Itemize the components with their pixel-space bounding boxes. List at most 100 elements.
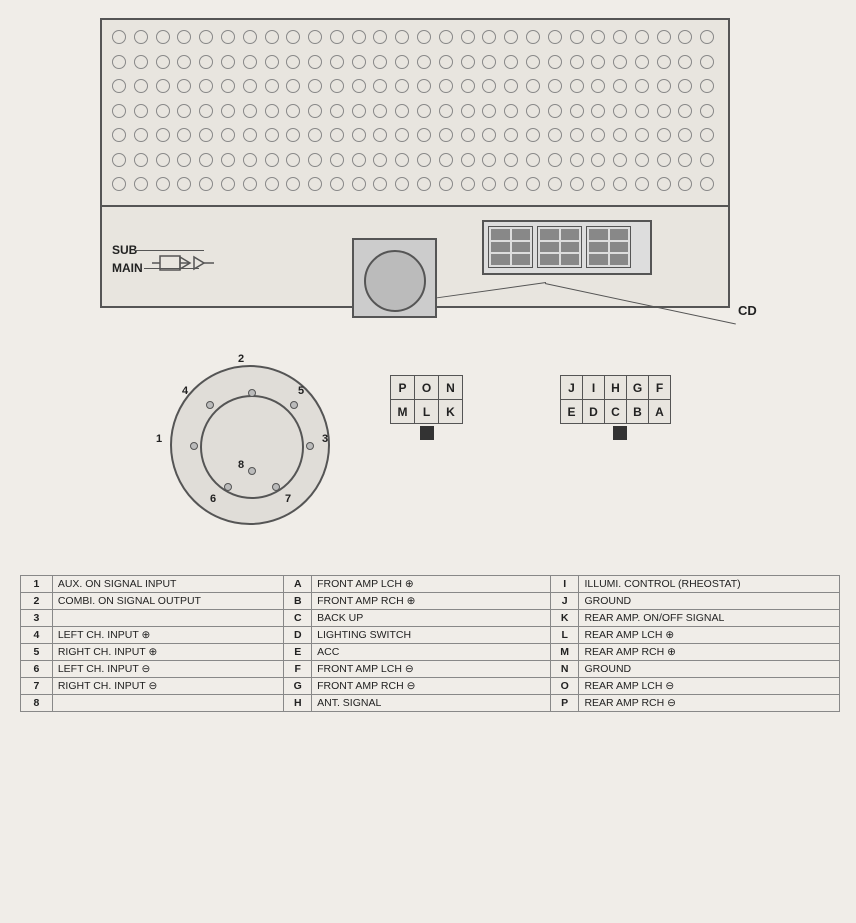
vent-hole [265,79,279,93]
vent-hole [548,79,562,93]
wiring-desc-right-7: REAR AMP RCH ⊖ [579,695,840,712]
vent-hole [439,79,453,93]
pin-dot-8 [248,467,256,475]
vent-hole [417,104,431,118]
vent-hole [156,128,170,142]
vent-hole [570,30,584,44]
vent-hole [352,55,366,69]
wiring-desc-right-0: ILLUMI. CONTROL (RHEOSTAT) [579,576,840,593]
vent-hole [526,104,540,118]
wiring-desc-mid-3: LIGHTING SWITCH [312,627,551,644]
vent-hole [156,30,170,44]
vent-hole [265,177,279,191]
vent-hole [548,153,562,167]
vent-hole [177,128,191,142]
vent-hole [395,55,409,69]
vent-hole [613,104,627,118]
circ-outer [170,365,330,525]
vent-hole [308,30,322,44]
vent-hole [635,104,649,118]
vent-hole [461,153,475,167]
vent-hole [352,30,366,44]
vent-hole [678,128,692,142]
wiring-desc-right-1: GROUND [579,593,840,610]
vent-hole [112,55,126,69]
vent-hole [286,153,300,167]
wiring-desc-left-2 [52,610,284,627]
wiring-desc-left-6: RIGHT CH. INPUT ⊖ [52,678,284,695]
cd-label: CD [738,303,757,318]
wiring-letter-right-1: J [550,593,579,610]
vent-hole [613,30,627,44]
vent-hole [330,177,344,191]
wiring-num-5: 6 [21,661,53,678]
cd-connector [352,238,437,318]
pin-E: E [561,400,583,424]
vent-hole [373,104,387,118]
vent-hole [221,55,235,69]
vent-hole [373,177,387,191]
wiring-table-area: 1 AUX. ON SIGNAL INPUTA FRONT AMP LCH ⊕I… [20,575,840,712]
wiring-desc-left-1: COMBI. ON SIGNAL OUTPUT [52,593,284,610]
main-label: MAIN [112,261,143,275]
vent-hole [243,128,257,142]
vent-hole [417,79,431,93]
vent-hole [678,30,692,44]
vent-hole [482,55,496,69]
vent-hole [177,104,191,118]
wiring-letter-mid-2: C [284,610,312,627]
wiring-desc-left-0: AUX. ON SIGNAL INPUT [52,576,284,593]
vent-hole [286,79,300,93]
lock-dot-right [613,426,627,440]
vent-holes: // Will be generated by JS below [112,30,720,200]
wiring-desc-left-7 [52,695,284,712]
vent-hole [134,104,148,118]
vent-hole [373,30,387,44]
vent-hole [352,153,366,167]
unit-diagram: // Will be generated by JS below [100,18,750,338]
vent-hole [352,104,366,118]
wiring-letter-right-7: P [550,695,579,712]
pin-dot-4 [206,401,214,409]
vent-hole [678,177,692,191]
vent-hole [199,55,213,69]
pin-dot-2 [248,389,256,397]
vent-hole [548,128,562,142]
vent-hole [330,153,344,167]
vent-hole [177,30,191,44]
vent-hole [591,79,605,93]
vent-hole [504,177,518,191]
pin-dot-6 [224,483,232,491]
vent-hole [482,30,496,44]
main-line [144,268,199,269]
vent-hole [700,104,714,118]
pon-mlk-connector: P O N M L K [390,375,463,442]
vent-hole [286,177,300,191]
vent-hole [395,30,409,44]
vent-hole [570,79,584,93]
pin-dot-1 [190,442,198,450]
pin-M: M [391,400,415,424]
pin-label-1: 1 [156,433,162,445]
wiring-letter-right-5: N [550,661,579,678]
pin-G: G [627,376,649,400]
pin-L: L [415,400,439,424]
pin-C: C [605,400,627,424]
pin-label-8: 8 [238,459,244,471]
wiring-letter-mid-0: A [284,576,312,593]
vent-hole [548,104,562,118]
vent-hole [199,104,213,118]
vent-hole [482,128,496,142]
vent-hole [482,104,496,118]
vent-hole [330,30,344,44]
vent-hole [156,153,170,167]
vent-hole [439,177,453,191]
vent-hole [330,55,344,69]
vent-hole [395,153,409,167]
vent-hole [112,153,126,167]
vent-hole [395,177,409,191]
wiring-desc-mid-6: FRONT AMP RCH ⊖ [312,678,551,695]
wiring-letter-mid-3: D [284,627,312,644]
wiring-num-7: 8 [21,695,53,712]
vent-hole [265,55,279,69]
